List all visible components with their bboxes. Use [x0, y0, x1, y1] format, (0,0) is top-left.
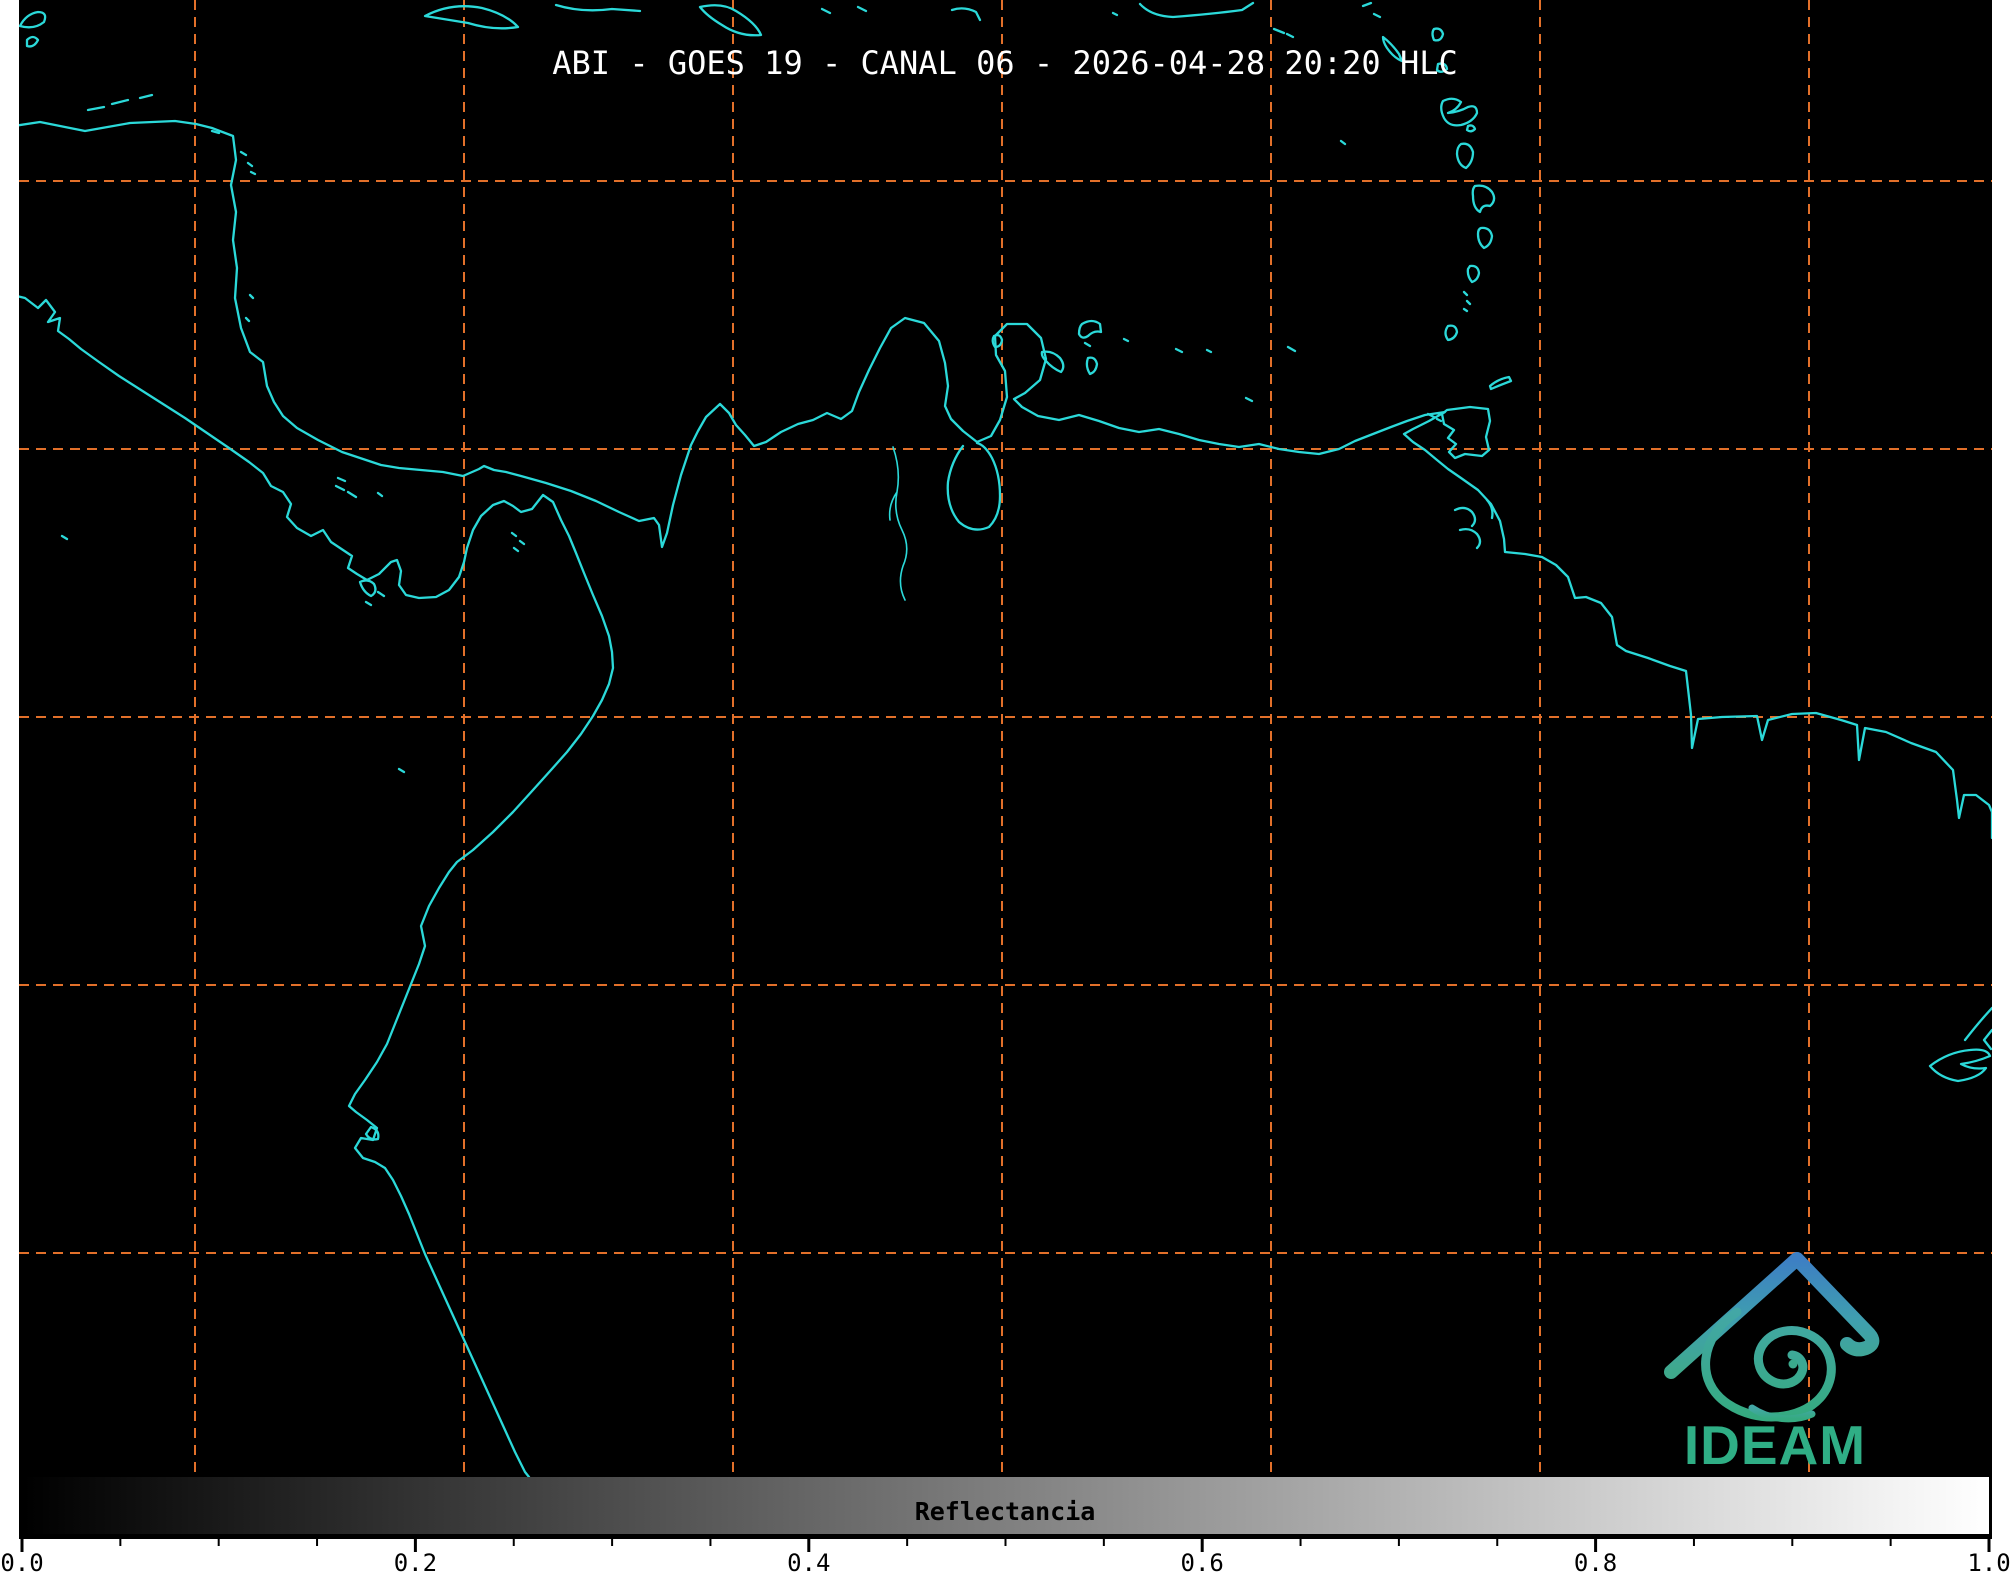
- colorbar-tick-label: 0.4: [787, 1549, 830, 1577]
- colorbar-ticks: [20, 1539, 1991, 1552]
- colorbar-label: Reflectancia: [915, 1497, 1096, 1526]
- logo-text: IDEAM: [1684, 1414, 1866, 1476]
- image-title: ABI - GOES 19 - CANAL 06 - 2026-04-28 20…: [552, 44, 1457, 82]
- colorbar-tick-label: 0.6: [1181, 1549, 1224, 1577]
- colorbar-tick-labels: 0.0 0.2 0.4 0.6 0.8 1.0: [0, 1549, 2010, 1577]
- colorbar-tick-label: 1.0: [1967, 1549, 2010, 1577]
- colorbar-tick-label: 0.8: [1574, 1549, 1617, 1577]
- colorbar: Reflectancia 0.0 0.2 0.4 0.6 0.8 1.0: [0, 1477, 2011, 1577]
- colorbar-tick-label: 0.2: [394, 1549, 437, 1577]
- satellite-map: ABI - GOES 19 - CANAL 06 - 2026-04-28 20…: [0, 0, 2011, 1577]
- map-background: [19, 0, 1992, 1477]
- satellite-figure: ABI - GOES 19 - CANAL 06 - 2026-04-28 20…: [0, 0, 2011, 1577]
- colorbar-tick-label: 0.0: [0, 1549, 43, 1577]
